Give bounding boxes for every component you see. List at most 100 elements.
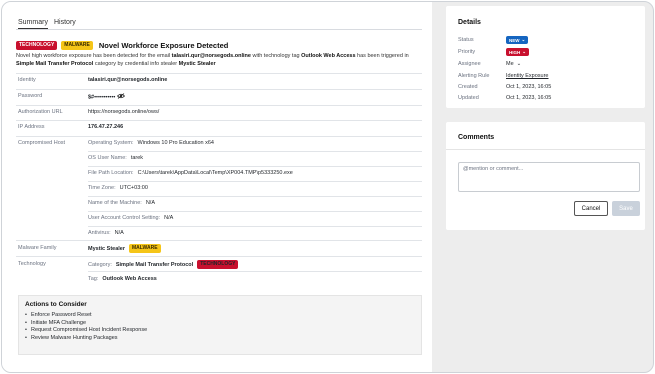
updated-value: Oct 1, 2023, 16:05 — [506, 95, 552, 101]
action-item[interactable]: Initiate MFA Challenge — [25, 320, 415, 328]
compromised-host-label: Compromised Host — [18, 140, 66, 146]
desc-tag: Outlook Web Access — [301, 53, 356, 59]
divider — [88, 211, 422, 212]
desc-text: category by credential info stealer — [93, 61, 179, 67]
created-value: Oct 1, 2023, 16:05 — [506, 84, 552, 90]
divider — [88, 181, 422, 182]
tab-bar: Summary History — [16, 16, 422, 30]
os-value: Windows 10 Pro Education x64 — [137, 140, 214, 146]
divider — [16, 256, 422, 257]
alert-main-panel: Summary History TECHNOLOGY MALWARE Novel… — [2, 2, 432, 372]
tab-summary[interactable]: Summary — [18, 19, 48, 29]
status-value: NEW — [509, 37, 520, 43]
desc-stealer: Mystic Stealer — [178, 61, 216, 67]
password-field: $#••••••••••• — [88, 93, 126, 101]
details-card: Details Status NEW ⌄ Priority HIGH ⌄ Assig… — [446, 6, 645, 108]
alert-title-row: TECHNOLOGY MALWARE Novel Workforce Expos… — [16, 40, 228, 50]
uac-row: User Account Control Setting: N/A — [88, 215, 173, 221]
category-label: Category: — [88, 261, 112, 268]
tab-history[interactable]: History — [54, 19, 76, 26]
divider — [88, 271, 422, 272]
comments-title: Comments — [458, 134, 495, 141]
chevron-down-icon: ⌄ — [521, 37, 526, 42]
comment-input[interactable]: @mention or comment... — [458, 162, 640, 192]
divider — [88, 151, 422, 152]
os-user-label: OS User Name: — [88, 155, 127, 161]
antivirus-row: Antivirus: N/A — [88, 230, 124, 236]
updated-label: Updated — [458, 95, 479, 101]
actions-list: Enforce Password Reset Initiate MFA Chal… — [25, 312, 415, 342]
time-zone-label: Time Zone: — [88, 185, 116, 191]
details-title: Details — [458, 19, 481, 26]
action-item[interactable]: Request Compromised Host Incident Respon… — [25, 327, 415, 335]
action-item[interactable]: Review Malware Hunting Packages — [25, 335, 415, 343]
app-frame: Summary History TECHNOLOGY MALWARE Novel… — [1, 1, 654, 373]
tag-value: Outlook Web Access — [102, 276, 157, 282]
status-dropdown[interactable]: NEW ⌄ — [506, 36, 529, 44]
divider — [16, 120, 422, 121]
file-path-value: C:\Users\tarek\AppData\Local\Temp\XP004.… — [137, 170, 293, 176]
malware-name: Mystic Stealer — [88, 245, 125, 252]
password-label: Password — [18, 93, 43, 99]
password-value: $#••••••••••• — [88, 94, 116, 101]
antivirus-value: N/A — [114, 230, 124, 236]
chevron-down-icon: ⌄ — [516, 61, 522, 67]
status-badge: NEW ⌄ — [506, 36, 529, 44]
priority-dropdown[interactable]: HIGH ⌄ — [506, 48, 530, 56]
desc-text: Novel high workforce exposure has been d… — [16, 53, 172, 59]
assignee-dropdown[interactable]: Me ⌄ — [506, 61, 521, 67]
created-label: Created — [458, 84, 478, 90]
category-value: Simple Mail Transfer Protocol — [115, 261, 194, 268]
divider — [16, 136, 422, 137]
category-row: Category: Simple Mail Transfer Protocol TE… — [88, 260, 239, 269]
divider — [446, 149, 645, 150]
malware-family-value: Mystic Stealer MALWARE — [88, 244, 161, 253]
eye-slash-icon[interactable] — [117, 93, 126, 101]
assignee-value: Me — [506, 61, 514, 67]
divider — [16, 240, 422, 241]
save-button[interactable]: Save — [612, 201, 640, 216]
auth-url-value: https://norsegods.online/ows/ — [88, 109, 160, 115]
divider — [16, 73, 422, 74]
time-zone-row: Time Zone: UTC+03:00 — [88, 185, 148, 191]
priority-value: HIGH — [509, 49, 521, 55]
antivirus-label: Antivirus: — [88, 230, 111, 236]
divider — [16, 105, 422, 106]
ip-value: 176.47.27.246 — [88, 124, 124, 130]
technology-badge: TECHNOLOGY — [197, 260, 239, 269]
ip-label: IP Address — [18, 124, 45, 130]
os-row: Operating System: Windows 10 Pro Educatio… — [88, 140, 214, 146]
file-path-row: File Path Location: C:\Users\tarek\AppDat… — [88, 170, 293, 176]
desc-email: talasiri.qur@norsegods.online — [171, 53, 251, 59]
priority-badge: HIGH ⌄ — [506, 48, 530, 56]
comments-card: Comments @mention or comment... Cancel S… — [446, 122, 645, 230]
tag-label: Tag: — [88, 276, 99, 282]
machine-name-label: Name of the Machine: — [88, 200, 142, 206]
divider — [16, 89, 422, 90]
machine-name-value: N/A — [145, 200, 155, 206]
action-item[interactable]: Enforce Password Reset — [25, 312, 415, 320]
cancel-button[interactable]: Cancel — [574, 201, 608, 216]
machine-name-row: Name of the Machine: N/A — [88, 200, 155, 206]
alert-title: Novel Workforce Exposure Detected — [98, 40, 229, 50]
status-label: Status — [458, 37, 474, 43]
assignee-label: Assignee — [458, 61, 481, 67]
technology-badge: TECHNOLOGY — [16, 40, 58, 50]
divider — [88, 166, 422, 167]
uac-label: User Account Control Setting: — [88, 215, 161, 221]
os-label: Operating System: — [88, 140, 134, 146]
alerting-rule-link[interactable]: Identity Exposure — [506, 73, 549, 79]
os-user-value: tarek — [130, 155, 144, 161]
alerting-rule-label: Alerting Rule — [458, 73, 490, 79]
alert-description: Novel high workforce exposure has been d… — [16, 52, 420, 68]
os-user-row: OS User Name: tarek — [88, 155, 143, 161]
malware-family-label: Malware Family — [18, 245, 57, 251]
divider — [88, 196, 422, 197]
chevron-down-icon: ⌄ — [522, 49, 527, 54]
identity-value: talasiri.qur@norsegods.online — [88, 77, 168, 83]
malware-badge: MALWARE — [129, 244, 161, 253]
priority-label: Priority — [458, 49, 476, 55]
tag-row: Tag: Outlook Web Access — [88, 276, 157, 282]
identity-label: Identity — [18, 77, 36, 83]
time-zone-value: UTC+03:00 — [119, 185, 148, 191]
